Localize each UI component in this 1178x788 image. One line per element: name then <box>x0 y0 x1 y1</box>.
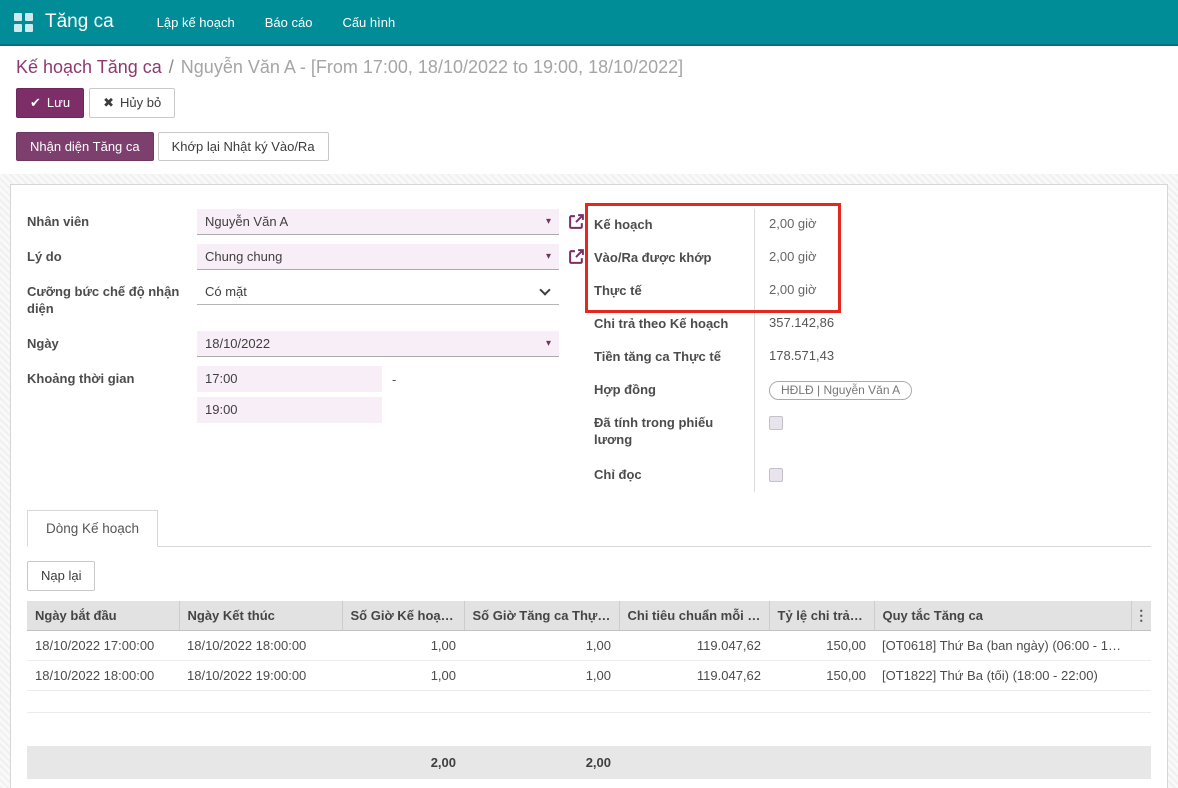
matched-attendance-value: 2,00 giờ <box>754 242 1151 275</box>
column-options-kebab-icon[interactable]: ⋮ <box>1131 601 1151 631</box>
table-header-row: Ngày bắt đầu Ngày Kết thúc Số Giờ Kế hoạ… <box>27 601 1151 631</box>
breadcrumb-separator: / <box>169 57 174 77</box>
readonly-label: Chỉ đọc <box>594 459 754 492</box>
planned-hours-label: Kế hoạch <box>594 209 754 242</box>
striped-background: Nhân viên Nguyễn Văn A ▾ <box>0 174 1178 788</box>
period-from-field[interactable]: 17:00 <box>197 366 382 392</box>
attendance-mode-select[interactable]: Có mặt <box>197 279 559 305</box>
date-label: Ngày <box>27 331 197 352</box>
reason-external-link-icon[interactable] <box>568 248 585 265</box>
period-to-field[interactable]: 19:00 <box>197 397 382 423</box>
nav-item-reports[interactable]: Báo cáo <box>250 1 328 44</box>
totals-row: 2,00 2,00 <box>27 746 1151 779</box>
select-chevron-down-icon <box>539 285 550 296</box>
cell-end-date[interactable]: 18/10/2022 19:00:00 <box>179 660 342 690</box>
employee-value: Nguyễn Văn A <box>205 214 288 229</box>
cell-pay-rate[interactable]: 150,00 <box>769 660 874 690</box>
payslip-paid-label: Đã tính trong phiếu lương <box>594 407 754 459</box>
employee-dropdown-caret-icon[interactable]: ▾ <box>546 216 551 227</box>
cell-actual-hours[interactable]: 1,00 <box>464 630 619 660</box>
employee-label: Nhân viên <box>27 209 197 230</box>
nav-item-planning[interactable]: Lập kế hoạch <box>142 1 250 44</box>
col-header-planned-hours[interactable]: Số Giờ Kế hoạch... <box>342 601 464 631</box>
reason-dropdown-caret-icon[interactable]: ▾ <box>546 251 551 262</box>
app-title[interactable]: Tăng ca <box>45 11 114 33</box>
table-row[interactable]: 18/10/2022 18:00:00 18/10/2022 19:00:00 … <box>27 660 1151 690</box>
total-actual-hours: 2,00 <box>464 746 619 779</box>
nav-item-config[interactable]: Cấu hình <box>327 1 410 44</box>
table-row[interactable]: 18/10/2022 17:00:00 18/10/2022 18:00:00 … <box>27 630 1151 660</box>
table-spacer <box>27 712 1151 746</box>
actual-hours-value: 2,00 giờ <box>754 275 1151 308</box>
planned-pay-label: Chi trả theo Kế hoạch <box>594 308 754 341</box>
empty-row[interactable] <box>27 690 1151 712</box>
attendance-mode-value: Có mặt <box>205 284 247 299</box>
cell-overtime-rule[interactable]: [OT0618] Thứ Ba (ban ngày) (06:00 - 18:.… <box>874 630 1131 660</box>
check-icon: ✔ <box>30 95 41 111</box>
actual-pay-label: Tiền tăng ca Thực tế <box>594 341 754 374</box>
breadcrumb-current: Nguyễn Văn A - [From 17:00, 18/10/2022 t… <box>181 57 683 77</box>
discard-button[interactable]: ✖ Hủy bỏ <box>89 88 175 118</box>
period-label: Khoảng thời gian <box>27 366 197 387</box>
col-header-pay-rate[interactable]: Tỷ lệ chi trả (%)... <box>769 601 874 631</box>
total-planned-hours: 2,00 <box>342 746 464 779</box>
contract-label: Hợp đồng <box>594 374 754 407</box>
plan-lines-table: Ngày bắt đầu Ngày Kết thúc Số Giờ Kế hoạ… <box>27 601 1151 780</box>
control-panel: Kế hoạch Tăng ca / Nguyễn Văn A - [From 17… <box>0 46 1178 174</box>
save-button[interactable]: ✔ Lưu <box>16 88 84 118</box>
reason-value: Chung chung <box>205 249 282 264</box>
planned-hours-value: 2,00 giờ <box>754 209 1151 242</box>
col-header-start-date[interactable]: Ngày bắt đầu <box>27 601 179 631</box>
contract-tag[interactable]: HĐLĐ | Nguyễn Văn A <box>769 381 912 400</box>
cell-pay-rate[interactable]: 150,00 <box>769 630 874 660</box>
save-button-label: Lưu <box>47 95 70 111</box>
apps-grid-icon[interactable] <box>14 13 33 32</box>
employee-external-link-icon[interactable] <box>568 213 585 230</box>
discard-button-label: Hủy bỏ <box>120 95 161 111</box>
date-dropdown-caret-icon[interactable]: ▾ <box>546 338 551 349</box>
cross-icon: ✖ <box>103 95 114 111</box>
form-right-column: Kế hoạch 2,00 giờ Vào/Ra được khớp 2,00 … <box>594 209 1151 492</box>
notebook: Dòng Kế hoạch Nạp lại Ngày bắt đầu Ngày … <box>27 510 1151 779</box>
cell-actual-hours[interactable]: 1,00 <box>464 660 619 690</box>
col-header-actual-hours[interactable]: Số Giờ Tăng ca Thực tế <box>464 601 619 631</box>
col-header-standard-pay[interactable]: Chi tiêu chuẩn mỗi giờ <box>619 601 769 631</box>
col-header-overtime-rule[interactable]: Quy tắc Tăng ca <box>874 601 1131 631</box>
recognize-overtime-button[interactable]: Nhận diện Tăng ca <box>16 132 154 162</box>
breadcrumb-parent[interactable]: Kế hoạch Tăng ca <box>16 57 162 77</box>
attendance-mode-label: Cưỡng bức chế độ nhận diện <box>27 279 197 317</box>
rematch-attendance-button[interactable]: Khớp lại Nhật ký Vào/Ra <box>158 132 329 162</box>
col-header-end-date[interactable]: Ngày Kết thúc <box>179 601 342 631</box>
cell-overtime-rule[interactable]: [OT1822] Thứ Ba (tối) (18:00 - 22:00) <box>874 660 1131 690</box>
actual-pay-value: 178.571,43 <box>754 341 1151 374</box>
date-value: 18/10/2022 <box>205 336 270 351</box>
payslip-paid-checkbox[interactable] <box>769 416 783 430</box>
reason-label: Lý do <box>27 244 197 265</box>
reload-button[interactable]: Nạp lại <box>27 561 95 591</box>
matched-attendance-label: Vào/Ra được khớp <box>594 242 754 275</box>
top-navbar: Tăng ca Lập kế hoạch Báo cáo Cấu hình <box>0 0 1178 46</box>
cell-start-date[interactable]: 18/10/2022 17:00:00 <box>27 630 179 660</box>
readonly-checkbox[interactable] <box>769 468 783 482</box>
form-left-column: Nhân viên Nguyễn Văn A ▾ <box>27 209 562 437</box>
form-sheet: Nhân viên Nguyễn Văn A ▾ <box>10 184 1168 788</box>
planned-pay-value: 357.142,86 <box>754 308 1151 341</box>
cell-end-date[interactable]: 18/10/2022 18:00:00 <box>179 630 342 660</box>
tab-plan-lines[interactable]: Dòng Kế hoạch <box>27 510 158 547</box>
period-dash: - <box>392 372 396 387</box>
breadcrumb: Kế hoạch Tăng ca / Nguyễn Văn A - [From 17… <box>16 55 1162 79</box>
date-field[interactable]: 18/10/2022 ▾ <box>197 331 559 357</box>
cell-start-date[interactable]: 18/10/2022 18:00:00 <box>27 660 179 690</box>
employee-field[interactable]: Nguyễn Văn A ▾ <box>197 209 559 235</box>
reason-field[interactable]: Chung chung ▾ <box>197 244 559 270</box>
cell-planned-hours[interactable]: 1,00 <box>342 660 464 690</box>
cell-planned-hours[interactable]: 1,00 <box>342 630 464 660</box>
cell-standard-pay[interactable]: 119.047,62 <box>619 630 769 660</box>
cell-standard-pay[interactable]: 119.047,62 <box>619 660 769 690</box>
actual-hours-label: Thực tế <box>594 275 754 308</box>
